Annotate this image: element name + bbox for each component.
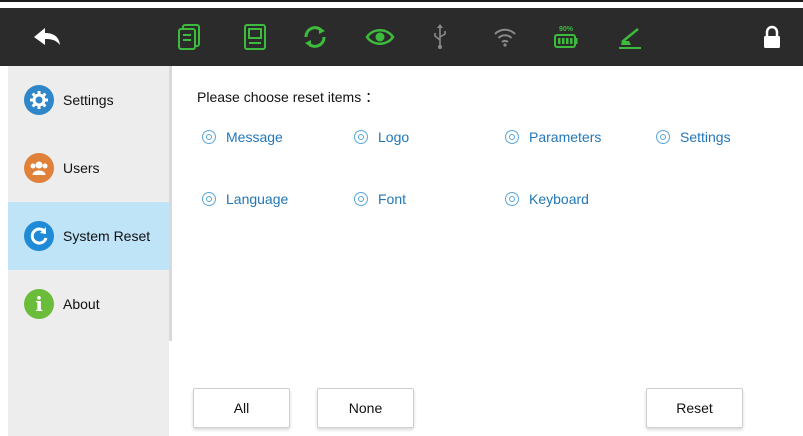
document-icon[interactable]: [170, 8, 210, 66]
toolbar: 90%: [0, 8, 803, 66]
option-label: Keyboard: [529, 191, 589, 207]
top-border: [0, 0, 803, 2]
option-font[interactable]: Font: [354, 191, 406, 207]
option-settings[interactable]: Settings: [656, 129, 731, 145]
sidebar-item-label: System Reset: [63, 228, 151, 244]
radio-icon[interactable]: [354, 192, 368, 206]
radio-icon[interactable]: [505, 130, 519, 144]
option-keyboard[interactable]: Keyboard: [505, 191, 589, 207]
printer-icon[interactable]: [615, 8, 645, 66]
sidebar-item-label: About: [63, 296, 100, 312]
sidebar: Settings Users System Reset i About: [8, 66, 169, 436]
users-icon: [24, 153, 54, 183]
none-button[interactable]: None: [317, 388, 414, 428]
radio-icon[interactable]: [202, 192, 216, 206]
reset-icon: [24, 221, 54, 251]
info-icon: i: [24, 289, 54, 319]
option-logo[interactable]: Logo: [354, 129, 409, 145]
usb-icon[interactable]: [425, 8, 455, 66]
wifi-icon[interactable]: [490, 8, 520, 66]
option-label: Font: [378, 191, 407, 207]
option-label: Message: [226, 129, 283, 145]
sidebar-item-about[interactable]: i About: [8, 270, 169, 338]
radio-icon[interactable]: [505, 192, 519, 206]
sidebar-item-users[interactable]: Users: [8, 134, 169, 202]
option-label: Logo: [378, 129, 410, 145]
device-icon[interactable]: [235, 8, 275, 66]
battery-percent: 90%: [558, 25, 573, 33]
option-label: Parameters: [529, 129, 602, 145]
sync-icon[interactable]: [295, 8, 335, 66]
radio-icon[interactable]: [354, 130, 368, 144]
reset-button[interactable]: Reset: [646, 388, 743, 428]
back-arrow-icon[interactable]: [22, 8, 72, 66]
all-button[interactable]: All: [193, 388, 290, 428]
sidebar-item-system-reset[interactable]: System Reset: [8, 202, 169, 270]
option-label: Settings: [680, 129, 731, 145]
sidebar-item-label: Settings: [63, 92, 114, 108]
option-message[interactable]: Message: [202, 129, 283, 145]
gear-icon: [24, 85, 54, 115]
radio-icon[interactable]: [202, 130, 216, 144]
option-label: Language: [226, 191, 289, 207]
sidebar-item-label: Users: [63, 160, 100, 176]
option-language[interactable]: Language: [202, 191, 288, 207]
option-parameters[interactable]: Parameters: [505, 129, 601, 145]
reset-prompt: Please choose reset items ：: [197, 89, 380, 105]
reset-panel: Please choose reset items ： Message Logo…: [172, 66, 803, 436]
lock-icon[interactable]: [757, 8, 787, 66]
eye-icon[interactable]: [360, 8, 400, 66]
radio-icon[interactable]: [656, 130, 670, 144]
sidebar-item-settings[interactable]: Settings: [8, 66, 169, 134]
battery-icon: 90%: [548, 8, 584, 66]
